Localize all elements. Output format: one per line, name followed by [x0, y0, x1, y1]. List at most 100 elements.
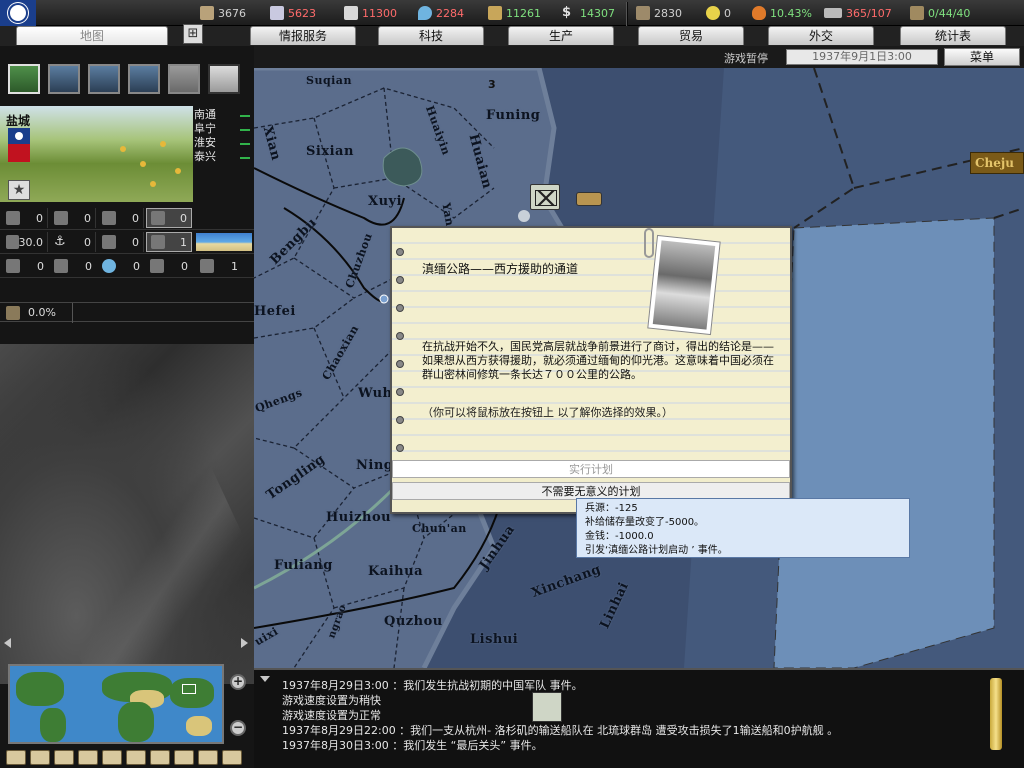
resource-money-value: 14307 — [580, 6, 615, 20]
resource-oil[interactable]: 2284 — [418, 4, 464, 22]
province-owner-flag — [8, 128, 30, 162]
tab-diplomacy[interactable]: 外交 — [768, 26, 874, 45]
land-units-icon[interactable] — [48, 64, 80, 94]
envelope-icon[interactable] — [532, 692, 562, 722]
province-label[interactable]: Fuliang — [274, 558, 333, 573]
province-label[interactable]: Funing — [486, 108, 540, 123]
rare-materials-icon — [344, 6, 358, 20]
manpower-icon — [200, 259, 214, 273]
province-label[interactable]: Xuyi — [368, 194, 402, 209]
province-label[interactable]: Sixian — [306, 144, 354, 159]
aircraft-unit-icon[interactable] — [518, 210, 530, 222]
log-entry[interactable]: 1937年8月30日3:00 ：我们发生 “最后关头” 事件。 — [282, 738, 982, 753]
map-mode-resources-icon[interactable] — [102, 750, 122, 765]
ship-unit-icon[interactable] — [576, 192, 602, 206]
tab-trade[interactable]: 贸易 — [638, 26, 744, 45]
flower-decoration — [160, 141, 166, 147]
capital-marker[interactable] — [379, 294, 389, 304]
event-choice-execute-plan[interactable]: 实行计划 — [392, 460, 790, 478]
neighbor-item[interactable]: 南通 — [194, 108, 254, 122]
resource-manpower-value: 2830 — [654, 6, 682, 20]
cheju-label[interactable]: Cheju — [970, 152, 1024, 174]
tab-map[interactable]: 地图 — [16, 26, 168, 45]
resource-transport[interactable]: 365/107 — [824, 4, 892, 22]
infrastructure-icon — [6, 306, 20, 320]
map-mode-weather-icon[interactable] — [78, 750, 98, 765]
log-entry[interactable]: 游戏速度设置为稍快 — [282, 693, 982, 708]
province-name: 盐城 — [6, 114, 31, 128]
tab-production[interactable]: 生产 — [508, 26, 614, 45]
supplies-icon — [488, 6, 502, 20]
province-label[interactable]: Hefei — [254, 304, 296, 319]
neighbor-item[interactable]: 淮安 — [194, 136, 254, 150]
map-mode-partisan-icon[interactable] — [174, 750, 194, 765]
tooltip-line: 补给储存量改变了-5000。 — [585, 517, 705, 528]
resource-rare-materials[interactable]: 11300 — [344, 4, 397, 22]
resource-money[interactable]: $ 14307 — [562, 4, 615, 22]
province-stats: 0 0 0 0 30.0 ⚓ 0 0 1 0 0 0 0 1 — [0, 206, 254, 278]
province-label[interactable]: Lishui — [470, 632, 518, 647]
province-label[interactable]: Kaihua — [368, 564, 423, 579]
map-mode-naval-icon[interactable] — [150, 750, 170, 765]
map-mode-terrain-icon[interactable] — [6, 750, 26, 765]
coast-terrain-thumbnail — [196, 233, 252, 251]
leaders-icon[interactable] — [168, 64, 200, 94]
stat-metal: 0 — [2, 256, 48, 276]
log-collapse-arrow-icon[interactable] — [260, 676, 270, 682]
province-label[interactable]: Quzhou — [384, 614, 443, 629]
stat-radar: 0 — [98, 232, 144, 252]
province-label[interactable]: Ning — [356, 458, 393, 473]
stat-rare: 0 — [146, 256, 192, 276]
map-mode-alliance-icon[interactable] — [198, 750, 218, 765]
industry-icon — [6, 235, 19, 249]
map-mode-political-icon[interactable] — [30, 750, 50, 765]
resource-convoy[interactable]: 0/44/40 — [910, 4, 970, 22]
event-paper: 滇缅公路——西方援助的通道 在抗战开始不久，国民党高层就战争前景进行了商讨，得出… — [392, 228, 790, 462]
map-filter-globe-icon[interactable] — [8, 64, 40, 94]
zoom-in-icon[interactable]: + — [230, 674, 246, 690]
map-number-marker: 3 — [488, 78, 496, 91]
tab-technology[interactable]: 科技 — [378, 26, 484, 45]
scroll-right-arrow-icon[interactable] — [241, 638, 248, 648]
resource-supplies[interactable]: 11261 — [488, 4, 541, 22]
log-entry[interactable]: 1937年8月29日22:00 ：我们一支从杭州- 洛杉矶的输送船队在 北琉球群… — [282, 723, 982, 738]
menu-button[interactable]: 菜单 — [944, 48, 1020, 66]
resource-energy[interactable]: 3676 — [200, 4, 246, 22]
scroll-left-arrow-icon[interactable] — [4, 638, 11, 648]
world-minimap[interactable] — [8, 664, 224, 744]
resource-metal[interactable]: 5623 — [270, 4, 316, 22]
resource-dissent[interactable]: 10.43% — [752, 4, 812, 22]
map-options-icon[interactable]: ⊞ — [183, 24, 203, 44]
unit-list-icon[interactable] — [208, 64, 240, 94]
air-units-icon[interactable] — [88, 64, 120, 94]
neighbor-item[interactable]: 阜宁 — [194, 122, 254, 136]
neighbor-item[interactable]: 泰兴 — [194, 150, 254, 164]
naval-units-icon[interactable] — [128, 64, 160, 94]
tab-statistics[interactable]: 统计表 — [900, 26, 1006, 45]
minimap-viewport[interactable] — [182, 684, 196, 694]
resource-nuclear[interactable]: 0 — [706, 4, 731, 22]
province-label[interactable]: Suqian — [306, 74, 352, 87]
tab-intelligence[interactable]: 情报服务 — [250, 26, 356, 45]
province-label[interactable]: Chun'an — [412, 522, 467, 535]
log-lines: 1937年8月29日3:00 ：我们发生抗战初期的中国军队 事件。 游戏速度设置… — [282, 678, 982, 753]
log-scrollbar[interactable] — [990, 678, 1002, 750]
map-mode-supply-icon[interactable] — [54, 750, 74, 765]
energy-icon — [200, 6, 214, 20]
log-entry[interactable]: 游戏速度设置为正常 — [282, 708, 982, 723]
province-label[interactable]: Huizhou — [326, 510, 391, 525]
event-title: 滇缅公路——西方援助的通道 — [422, 262, 579, 276]
resource-bar: 3676 5623 11300 2284 11261 $ 14307 2830 … — [0, 0, 1024, 46]
resource-rare-value: 11300 — [362, 6, 397, 20]
rare-materials-icon — [150, 259, 164, 273]
log-entry[interactable]: 1937年8月29日3:00 ：我们发生抗战初期的中国军队 事件。 — [282, 678, 982, 693]
envelope-icon[interactable] — [530, 184, 560, 210]
resource-manpower[interactable]: 2830 — [636, 4, 682, 22]
infrastructure-value: 0.0% — [28, 306, 56, 319]
game-date: 1937年9月1日3:00 — [786, 49, 938, 65]
zoom-out-icon[interactable]: − — [230, 720, 246, 736]
nation-flag[interactable] — [0, 0, 36, 26]
star-icon[interactable]: ★ — [8, 180, 30, 200]
map-mode-options-icon[interactable] — [222, 750, 242, 765]
map-mode-air-icon[interactable] — [126, 750, 146, 765]
